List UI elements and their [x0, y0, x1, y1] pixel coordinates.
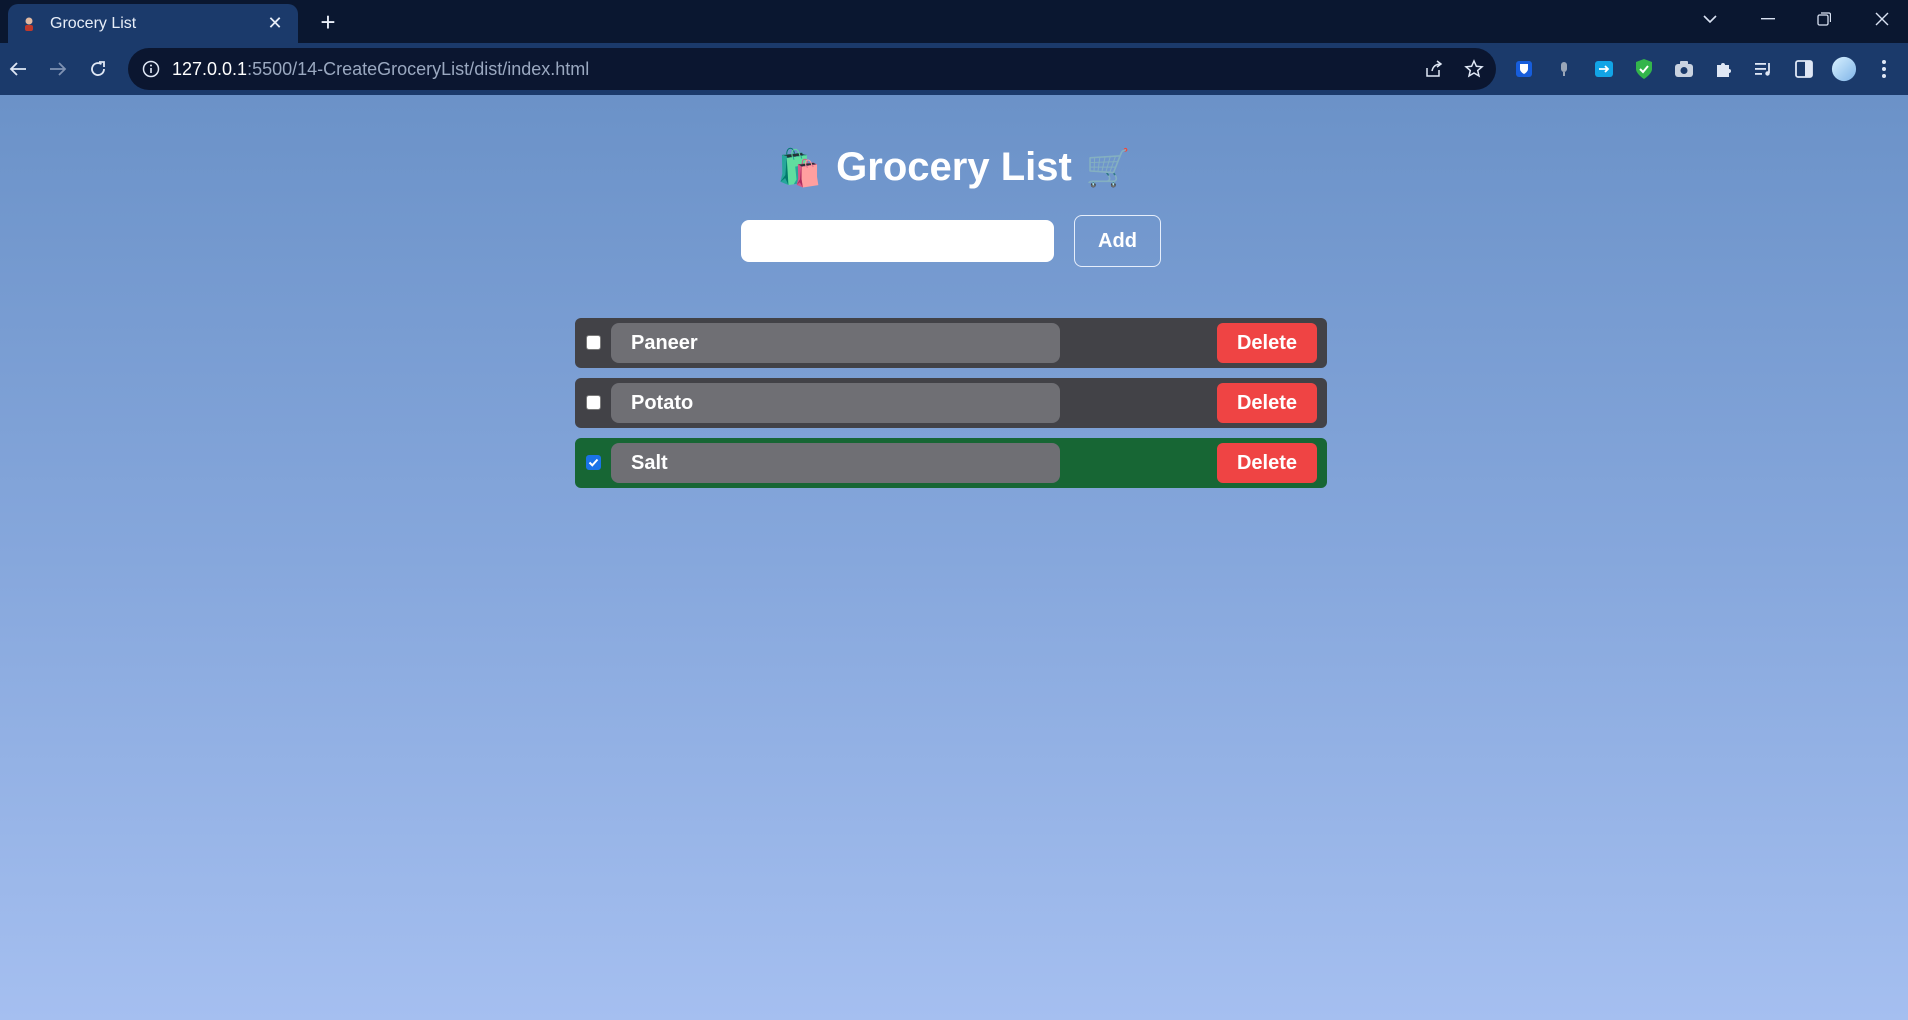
side-panel-icon[interactable]	[1791, 56, 1817, 82]
delete-button[interactable]: Delete	[1217, 443, 1317, 483]
tab-strip: Grocery List ✕ +	[0, 0, 1908, 43]
shopping-bags-icon: 🛍️	[777, 146, 823, 188]
url-host: 127.0.0.1	[172, 58, 248, 79]
favicon-icon	[20, 15, 38, 33]
profile-avatar[interactable]	[1831, 56, 1857, 82]
bitwarden-icon[interactable]	[1511, 56, 1537, 82]
puzzle-icon[interactable]	[1711, 56, 1737, 82]
camera-icon[interactable]	[1671, 56, 1697, 82]
list-item: Paneer Delete	[575, 318, 1327, 368]
info-icon[interactable]	[140, 58, 162, 80]
forward-arrow-icon[interactable]	[42, 53, 74, 85]
add-button[interactable]: Add	[1074, 215, 1161, 267]
page-title: Grocery List	[836, 145, 1072, 189]
reload-icon[interactable]	[82, 53, 114, 85]
item-checkbox[interactable]	[586, 395, 601, 410]
delete-button[interactable]: Delete	[1217, 323, 1317, 363]
new-tab-button[interactable]: +	[314, 7, 342, 37]
back-arrow-icon[interactable]	[2, 53, 34, 85]
share-icon[interactable]	[1422, 57, 1446, 81]
tab-search-chevron-icon[interactable]	[1686, 0, 1734, 38]
item-checkbox[interactable]	[586, 455, 601, 470]
item-name: Potato	[611, 383, 1060, 423]
close-tab-icon[interactable]: ✕	[264, 13, 286, 35]
url-path: :5500/14-CreateGroceryList/dist/index.ht…	[247, 58, 590, 79]
media-icon[interactable]	[1751, 56, 1777, 82]
grocery-list: Paneer Delete Potato Delete Salt Delete	[575, 318, 1327, 498]
item-name: Paneer	[611, 323, 1060, 363]
browser-tab[interactable]: Grocery List ✕	[8, 4, 298, 43]
address-bar[interactable]: 127.0.0.1:5500/14-CreateGroceryList/dist…	[128, 48, 1496, 90]
star-icon[interactable]	[1462, 57, 1486, 81]
item-input[interactable]	[741, 220, 1054, 262]
cast-icon[interactable]	[1591, 56, 1617, 82]
browser-toolbar: 127.0.0.1:5500/14-CreateGroceryList/dist…	[0, 43, 1908, 95]
item-checkbox[interactable]	[586, 335, 601, 350]
tab-title: Grocery List	[50, 14, 137, 32]
close-window-button[interactable]	[1858, 0, 1906, 38]
delete-button[interactable]: Delete	[1217, 383, 1317, 423]
list-item: Potato Delete	[575, 378, 1327, 428]
mic-icon[interactable]	[1551, 56, 1577, 82]
page-heading: 🛍️ Grocery List 🛒	[0, 145, 1908, 190]
restore-button[interactable]	[1800, 0, 1848, 38]
shopping-cart-icon: 🛒	[1085, 146, 1131, 188]
item-name: Salt	[611, 443, 1060, 483]
menu-kebab-icon[interactable]	[1871, 56, 1897, 82]
list-item: Salt Delete	[575, 438, 1327, 488]
minimize-button[interactable]	[1744, 0, 1792, 38]
add-item-form: Add	[741, 215, 1161, 267]
shield-check-icon[interactable]	[1631, 56, 1657, 82]
page-viewport: 🛍️ Grocery List 🛒 Add Paneer Delete Pota…	[0, 95, 1908, 1020]
